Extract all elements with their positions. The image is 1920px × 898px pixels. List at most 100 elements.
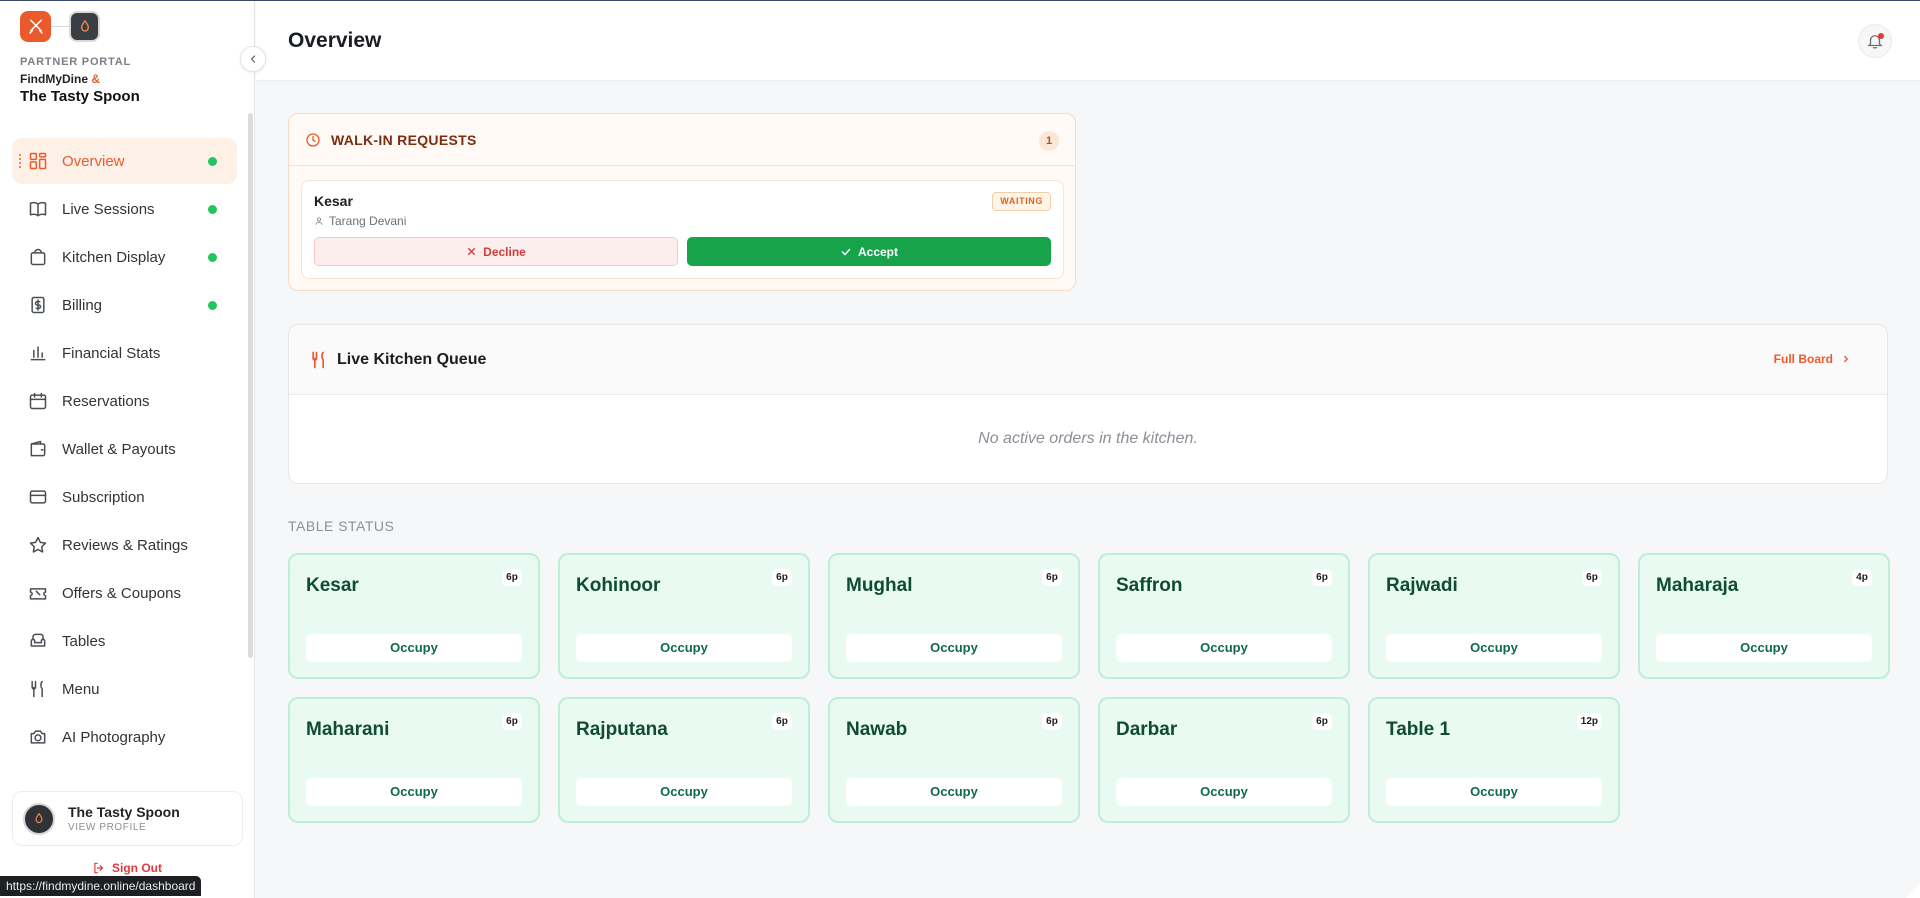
table-capacity-badge: 6p <box>502 713 522 730</box>
table-name: Maharani <box>306 719 390 740</box>
logout-icon <box>94 862 104 874</box>
live-indicator-dot <box>208 253 217 262</box>
restaurant-logo-icon[interactable] <box>69 11 100 42</box>
sidebar-item-label: AI Photography <box>62 728 166 746</box>
camera-icon <box>28 727 48 747</box>
table-capacity-badge: 6p <box>772 569 792 586</box>
sidebar-item-kitchen-display[interactable]: Kitchen Display <box>12 234 237 280</box>
table-card[interactable]: Kohinoor 6p Occupy <box>558 553 810 679</box>
full-board-link[interactable]: Full Board <box>1774 352 1851 366</box>
sidebar-item-label: Offers & Coupons <box>62 584 181 602</box>
walkin-request-card: Kesar Tarang Devani WAITING Decline Acce… <box>301 180 1064 279</box>
ticket-icon <box>28 583 48 603</box>
findmydine-logo-icon[interactable] <box>20 11 51 42</box>
view-profile-link[interactable]: VIEW PROFILE <box>68 822 180 833</box>
sidebar-item-label: Menu <box>62 680 100 698</box>
sidebar-item-tables[interactable]: Tables <box>12 618 237 664</box>
sidebar-item-reservations[interactable]: Reservations <box>12 378 237 424</box>
sidebar-item-label: Billing <box>62 296 103 314</box>
sidebar-item-reviews-ratings[interactable]: Reviews & Ratings <box>12 522 237 568</box>
accept-button[interactable]: Accept <box>687 237 1051 266</box>
table-capacity-badge: 6p <box>1042 713 1062 730</box>
notification-dot <box>1878 33 1884 39</box>
occupy-button[interactable]: Occupy <box>846 634 1062 662</box>
clock-icon <box>306 132 320 147</box>
occupy-button[interactable]: Occupy <box>1116 634 1332 662</box>
profile-text: The Tasty Spoon VIEW PROFILE <box>55 804 180 833</box>
sidebar-item-financial-stats[interactable]: Financial Stats <box>12 330 237 376</box>
kitchen-queue-panel: Live Kitchen Queue Full Board No active … <box>288 324 1888 484</box>
bag-icon <box>28 247 48 267</box>
occupy-button[interactable]: Occupy <box>576 778 792 806</box>
table-card[interactable]: Rajputana 6p Occupy <box>558 697 810 823</box>
occupy-button[interactable]: Occupy <box>1656 634 1872 662</box>
live-indicator-dot <box>208 157 217 166</box>
sidebar-item-billing[interactable]: Billing <box>12 282 237 328</box>
table-card[interactable]: Kesar 6p Occupy <box>288 553 540 679</box>
sidebar-item-label: Financial Stats <box>62 344 161 362</box>
occupy-button[interactable]: Occupy <box>846 778 1062 806</box>
table-card[interactable]: Maharaja 4p Occupy <box>1638 553 1890 679</box>
armchair-icon <box>28 631 48 651</box>
table-name: Kesar <box>306 575 359 596</box>
table-card[interactable]: Table 1 12p Occupy <box>1368 697 1620 823</box>
table-capacity-badge: 6p <box>1312 569 1332 586</box>
table-capacity-badge: 6p <box>502 569 522 586</box>
close-icon <box>468 248 476 255</box>
sidebar-item-subscription[interactable]: Subscription <box>12 474 237 520</box>
sidebar-item-label: Wallet & Payouts <box>62 440 176 458</box>
table-name: Maharaja <box>1656 575 1739 596</box>
table-name: Nawab <box>846 719 908 740</box>
sidebar-item-label: Kitchen Display <box>62 248 166 266</box>
table-card[interactable]: Saffron 6p Occupy <box>1098 553 1350 679</box>
utensils-icon <box>28 679 48 699</box>
sidebar-item-label: Reservations <box>62 392 150 410</box>
table-name: Rajputana <box>576 719 668 740</box>
sidebar-item-wallet-payouts[interactable]: Wallet & Payouts <box>12 426 237 472</box>
sidebar-item-label: Reviews & Ratings <box>62 536 188 554</box>
occupy-button[interactable]: Occupy <box>576 634 792 662</box>
decline-button[interactable]: Decline <box>314 237 678 266</box>
sidebar-item-offers-coupons[interactable]: Offers & Coupons <box>12 570 237 616</box>
page-title: Overview <box>288 29 382 52</box>
sidebar-scrollbar[interactable] <box>248 113 253 658</box>
sidebar-item-ai-photography[interactable]: AI Photography <box>12 714 237 760</box>
avatar <box>23 802 55 835</box>
table-card[interactable]: Mughal 6p Occupy <box>828 553 1080 679</box>
occupy-button[interactable]: Occupy <box>306 778 522 806</box>
occupy-button[interactable]: Occupy <box>1116 778 1332 806</box>
utensils-icon <box>312 351 324 368</box>
kitchen-title: Live Kitchen Queue <box>337 350 487 368</box>
occupy-button[interactable]: Occupy <box>1386 634 1602 662</box>
table-card[interactable]: Darbar 6p Occupy <box>1098 697 1350 823</box>
chevron-left-icon <box>250 55 256 63</box>
table-name: Darbar <box>1116 719 1178 740</box>
occupy-button[interactable]: Occupy <box>306 634 522 662</box>
chevron-right-icon <box>1844 355 1849 363</box>
full-board-label: Full Board <box>1773 352 1833 366</box>
live-indicator-dot <box>208 205 217 214</box>
sign-out-button[interactable]: Sign Out <box>92 861 162 875</box>
sidebar-nav: Overview Live Sessions Kitchen Display Bill… <box>12 138 237 762</box>
table-capacity-badge: 4p <box>1852 569 1872 586</box>
resize-handle-icon[interactable] <box>1904 882 1920 898</box>
profile-card[interactable]: The Tasty Spoon VIEW PROFILE <box>12 791 243 846</box>
table-card[interactable]: Nawab 6p Occupy <box>828 697 1080 823</box>
notifications-button[interactable] <box>1858 24 1892 58</box>
request-guest: Tarang Devani <box>314 214 406 228</box>
sidebar-item-live-sessions[interactable]: Live Sessions <box>12 186 237 232</box>
sidebar-item-overview[interactable]: Overview <box>12 138 237 184</box>
credit-card-icon <box>28 487 48 507</box>
logo-row <box>20 11 140 42</box>
sidebar-item-label: Subscription <box>62 488 145 506</box>
table-name: Rajwadi <box>1386 575 1458 596</box>
occupy-button[interactable]: Occupy <box>1386 778 1602 806</box>
grid-icon <box>28 151 48 171</box>
book-icon <box>28 199 48 219</box>
sidebar-item-menu[interactable]: Menu <box>12 666 237 712</box>
table-card[interactable]: Maharani 6p Occupy <box>288 697 540 823</box>
collapse-sidebar-button[interactable] <box>240 46 266 72</box>
table-card[interactable]: Rajwadi 6p Occupy <box>1368 553 1620 679</box>
brand-name: FindMyDine <box>20 72 88 86</box>
walkin-count-badge: 1 <box>1039 131 1059 151</box>
